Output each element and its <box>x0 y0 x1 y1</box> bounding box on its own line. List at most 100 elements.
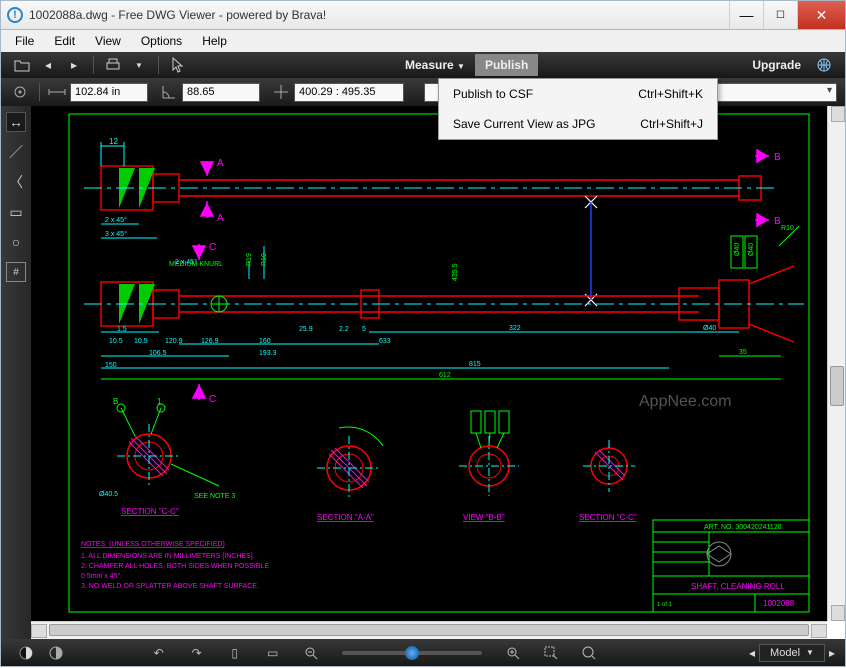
window-title: 1002088a.dwg - Free DWG Viewer - powered… <box>29 8 729 22</box>
tool-polyline-icon[interactable]: 〈 <box>6 172 26 192</box>
fit-page-icon[interactable]: ▭ <box>263 643 283 663</box>
distance-input[interactable] <box>70 83 148 102</box>
main-toolbar: ◂ ▸ ▼ Measure ▼ Publish Upgrade <box>0 52 846 78</box>
menu-options[interactable]: Options <box>131 32 192 50</box>
svg-text:R10: R10 <box>781 225 794 232</box>
svg-text:435.5: 435.5 <box>452 263 459 281</box>
open-icon[interactable] <box>13 56 31 74</box>
vertical-scrollbar[interactable] <box>827 106 845 621</box>
menu-view[interactable]: View <box>85 32 131 50</box>
svg-text:1 of 1: 1 of 1 <box>657 602 673 608</box>
publish-csf-label: Publish to CSF <box>453 87 533 101</box>
svg-text:B: B <box>113 397 118 406</box>
svg-text:SHAFT, CLEANING ROLL: SHAFT, CLEANING ROLL <box>691 582 785 591</box>
main-area: ↔ ／ 〈 ▭ ○ # <box>0 106 846 639</box>
horizontal-scrollbar[interactable] <box>31 621 827 639</box>
magnifier-icon[interactable] <box>579 643 599 663</box>
angle-input[interactable] <box>182 83 260 102</box>
model-space-dropdown[interactable]: Model▼ <box>759 644 825 662</box>
svg-text:ART. NO. 300420241120: ART. NO. 300420241120 <box>704 524 782 531</box>
nav-next-button[interactable]: ▸ <box>829 646 835 660</box>
publish-menu-button[interactable]: Publish <box>475 54 538 76</box>
publish-jpg-shortcut: Ctrl+Shift+J <box>640 117 703 131</box>
svg-text:10.5: 10.5 <box>134 338 148 345</box>
svg-text:A: A <box>217 158 224 169</box>
fit-width-icon[interactable]: ▯ <box>225 643 245 663</box>
print-dropdown-icon[interactable]: ▼ <box>130 56 148 74</box>
zoom-region-icon[interactable] <box>541 643 561 663</box>
coords-icon[interactable] <box>270 82 292 102</box>
svg-text:322: 322 <box>509 325 521 332</box>
svg-text:12: 12 <box>109 137 118 146</box>
svg-text:Ø40.5: Ø40.5 <box>99 491 118 498</box>
publish-dropdown: Publish to CSF Ctrl+Shift+K Save Current… <box>438 78 718 140</box>
zoom-out-icon[interactable] <box>301 643 321 663</box>
tool-measure-icon[interactable]: ↔ <box>6 112 26 132</box>
svg-text:VIEW "B-B": VIEW "B-B" <box>463 513 505 522</box>
close-button[interactable]: ✕ <box>797 1 845 29</box>
svg-text:SECTION "C-C": SECTION "C-C" <box>579 513 637 522</box>
minimize-button[interactable]: — <box>729 1 763 29</box>
canvas-container: A A B B 12 2 x 45° 3 x 45° <box>31 106 845 639</box>
menu-help[interactable]: Help <box>192 32 237 50</box>
svg-text:193.3: 193.3 <box>259 350 277 357</box>
globe-icon[interactable] <box>815 56 833 74</box>
svg-text:25.9: 25.9 <box>299 326 313 333</box>
upgrade-button[interactable]: Upgrade <box>742 54 811 76</box>
svg-text:2 x 45°: 2 x 45° <box>105 216 127 224</box>
print-icon[interactable] <box>104 56 122 74</box>
svg-text:R19: R19 <box>246 253 253 266</box>
left-toolstrip: ↔ ／ 〈 ▭ ○ # <box>1 106 31 639</box>
menu-edit[interactable]: Edit <box>44 32 85 50</box>
measure-menu[interactable]: Measure ▼ <box>395 54 475 76</box>
rotate-cw-icon[interactable]: ↷ <box>187 643 207 663</box>
svg-text:SEE NOTE 3: SEE NOTE 3 <box>194 493 235 500</box>
background-toggle-icon[interactable] <box>16 643 36 663</box>
publish-csf-item[interactable]: Publish to CSF Ctrl+Shift+K <box>439 79 717 109</box>
pointer-icon[interactable] <box>169 56 187 74</box>
svg-text:Ø40: Ø40 <box>748 243 755 256</box>
titlebar: ! 1002088a.dwg - Free DWG Viewer - power… <box>0 0 846 30</box>
publish-csf-shortcut: Ctrl+Shift+K <box>638 87 703 101</box>
app-icon: ! <box>7 7 23 23</box>
rotate-ccw-icon[interactable]: ↶ <box>149 643 169 663</box>
angle-icon[interactable] <box>158 82 180 102</box>
svg-text:B: B <box>774 216 781 227</box>
svg-text:2. CHAMFER ALL HOLES, BOTH S: 2. CHAMFER ALL HOLES, BOTH SIDES WHEN PO… <box>81 563 269 570</box>
svg-text:3 x 45°: 3 x 45° <box>105 230 127 238</box>
coords-input[interactable] <box>294 83 404 102</box>
maximize-button[interactable]: ☐ <box>763 1 797 29</box>
tool-line-icon[interactable]: ／ <box>6 142 26 162</box>
measure-toolbar <box>0 78 846 106</box>
svg-text:3. NO WELD OR SPLATTER ABOVE: 3. NO WELD OR SPLATTER ABOVE SHAFT SURFA… <box>81 583 259 590</box>
svg-text:AppNee.com: AppNee.com <box>639 393 732 410</box>
menu-file[interactable]: File <box>5 32 44 50</box>
drawing-svg: A A B B 12 2 x 45° 3 x 45° <box>31 106 827 621</box>
window-controls: — ☐ ✕ <box>729 1 845 29</box>
svg-text:10.5: 10.5 <box>109 338 123 345</box>
svg-text:1002088: 1002088 <box>763 599 795 608</box>
mono-toggle-icon[interactable] <box>46 643 66 663</box>
svg-text:C: C <box>209 394 216 405</box>
nav-prev-button[interactable]: ◂ <box>749 646 755 660</box>
svg-text:Ø40: Ø40 <box>703 325 716 332</box>
snap-icon[interactable] <box>9 82 31 102</box>
tool-count-icon[interactable]: # <box>6 262 26 282</box>
publish-jpg-item[interactable]: Save Current View as JPG Ctrl+Shift+J <box>439 109 717 139</box>
distance-icon[interactable] <box>46 82 68 102</box>
publish-jpg-label: Save Current View as JPG <box>453 117 596 131</box>
nav-fwd-icon[interactable]: ▸ <box>65 56 83 74</box>
drawing-canvas[interactable]: A A B B 12 2 x 45° 3 x 45° <box>31 106 827 621</box>
svg-text:Ø40: Ø40 <box>734 243 741 256</box>
zoom-thumb[interactable] <box>405 646 419 660</box>
zoom-slider[interactable] <box>342 651 482 655</box>
svg-text:B: B <box>774 152 781 163</box>
tool-circle-icon[interactable]: ○ <box>6 232 26 252</box>
svg-text:106.5: 106.5 <box>149 350 167 357</box>
svg-text:R19: R19 <box>261 253 268 266</box>
svg-text:35: 35 <box>739 349 747 356</box>
tool-rect-icon[interactable]: ▭ <box>6 202 26 222</box>
nav-back-icon[interactable]: ◂ <box>39 56 57 74</box>
svg-text:SECTION "A-A": SECTION "A-A" <box>317 513 374 522</box>
zoom-in-icon[interactable] <box>503 643 523 663</box>
